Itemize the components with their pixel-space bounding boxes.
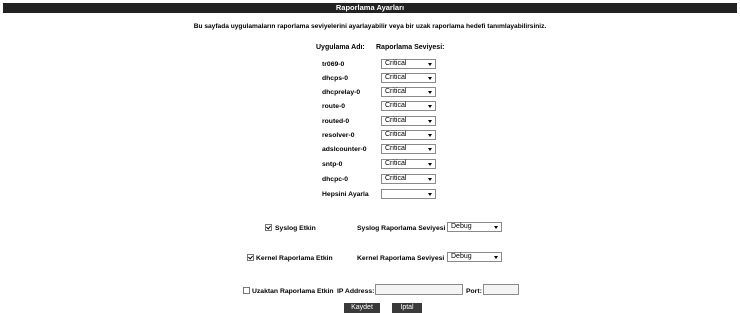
column-header-report-level: Raporlama Seviyesi: bbox=[376, 44, 445, 51]
chevron-down-icon bbox=[428, 163, 432, 166]
app-level-value: Critical bbox=[385, 88, 407, 95]
app-name-label: adslcounter-0 bbox=[322, 146, 367, 153]
app-level-select[interactable]: Critical bbox=[381, 159, 436, 169]
chevron-down-icon bbox=[494, 226, 498, 229]
app-level-select[interactable]: Critical bbox=[381, 174, 436, 184]
app-level-select[interactable]: Critical bbox=[381, 87, 436, 97]
app-level-value: Critical bbox=[385, 117, 407, 124]
app-name-label: dhcprelay-0 bbox=[322, 89, 361, 96]
chevron-down-icon bbox=[428, 63, 432, 66]
remote-enable-checkbox[interactable] bbox=[243, 287, 250, 294]
app-level-select[interactable]: Critical bbox=[381, 73, 436, 83]
app-level-select[interactable]: Critical bbox=[381, 101, 436, 111]
app-name-label: route-0 bbox=[322, 103, 346, 110]
app-level-value: Critical bbox=[385, 131, 407, 138]
app-name-label: tr069-0 bbox=[322, 61, 345, 68]
app-level-value: Critical bbox=[385, 102, 407, 109]
app-name-label: dhcps-0 bbox=[322, 75, 349, 82]
page-title: Raporlama Ayarları bbox=[3, 3, 737, 13]
app-name-label: sntp-0 bbox=[322, 161, 343, 168]
kernel-level-value: Debug bbox=[451, 253, 472, 260]
set-all-label: Hepsini Ayarla bbox=[322, 191, 369, 198]
app-level-value: Critical bbox=[385, 74, 407, 81]
syslog-enable-label: Syslog Etkin bbox=[275, 225, 316, 232]
chevron-down-icon bbox=[428, 105, 432, 108]
chevron-down-icon bbox=[428, 77, 432, 80]
chevron-down-icon bbox=[428, 193, 432, 196]
chevron-down-icon bbox=[428, 148, 432, 151]
syslog-level-label: Syslog Raporlama Seviyesi bbox=[357, 225, 446, 232]
kernel-enable-checkbox[interactable] bbox=[247, 254, 254, 261]
chevron-down-icon bbox=[428, 120, 432, 123]
app-level-select[interactable]: Critical bbox=[381, 144, 436, 154]
app-name-label: routed-0 bbox=[322, 118, 350, 125]
app-level-select[interactable]: Critical bbox=[381, 59, 436, 69]
syslog-enable-checkbox[interactable] bbox=[265, 224, 272, 231]
set-all-select[interactable] bbox=[381, 189, 436, 199]
app-level-value: Critical bbox=[385, 145, 407, 152]
app-name-label: resolver-0 bbox=[322, 132, 355, 139]
app-name-label: dhcpc-0 bbox=[322, 176, 349, 183]
syslog-level-select[interactable]: Debug bbox=[447, 222, 502, 232]
chevron-down-icon bbox=[494, 256, 498, 259]
remote-enable-label: Uzaktan Raporlama Etkin bbox=[252, 288, 334, 295]
kernel-enable-label: Kernel Raporlama Etkin bbox=[256, 255, 333, 262]
ip-address-input[interactable] bbox=[375, 284, 463, 295]
app-level-select[interactable]: Critical bbox=[381, 130, 436, 140]
app-level-value: Critical bbox=[385, 175, 407, 182]
chevron-down-icon bbox=[428, 91, 432, 94]
syslog-level-value: Debug bbox=[451, 223, 472, 230]
chevron-down-icon bbox=[428, 134, 432, 137]
kernel-level-label: Kernel Raporlama Seviyesi bbox=[357, 255, 445, 262]
column-header-app-name: Uygulama Adı: bbox=[316, 44, 365, 51]
app-level-value: Critical bbox=[385, 60, 407, 67]
ip-address-label: IP Address: bbox=[337, 288, 375, 295]
port-input[interactable] bbox=[483, 284, 519, 295]
kernel-level-select[interactable]: Debug bbox=[447, 252, 502, 262]
app-level-value: Critical bbox=[385, 160, 407, 167]
port-label: Port: bbox=[466, 288, 482, 295]
app-level-select[interactable]: Critical bbox=[381, 116, 436, 126]
page-description: Bu sayfada uygulamaların raporlama seviy… bbox=[193, 23, 547, 30]
chevron-down-icon bbox=[428, 178, 432, 181]
